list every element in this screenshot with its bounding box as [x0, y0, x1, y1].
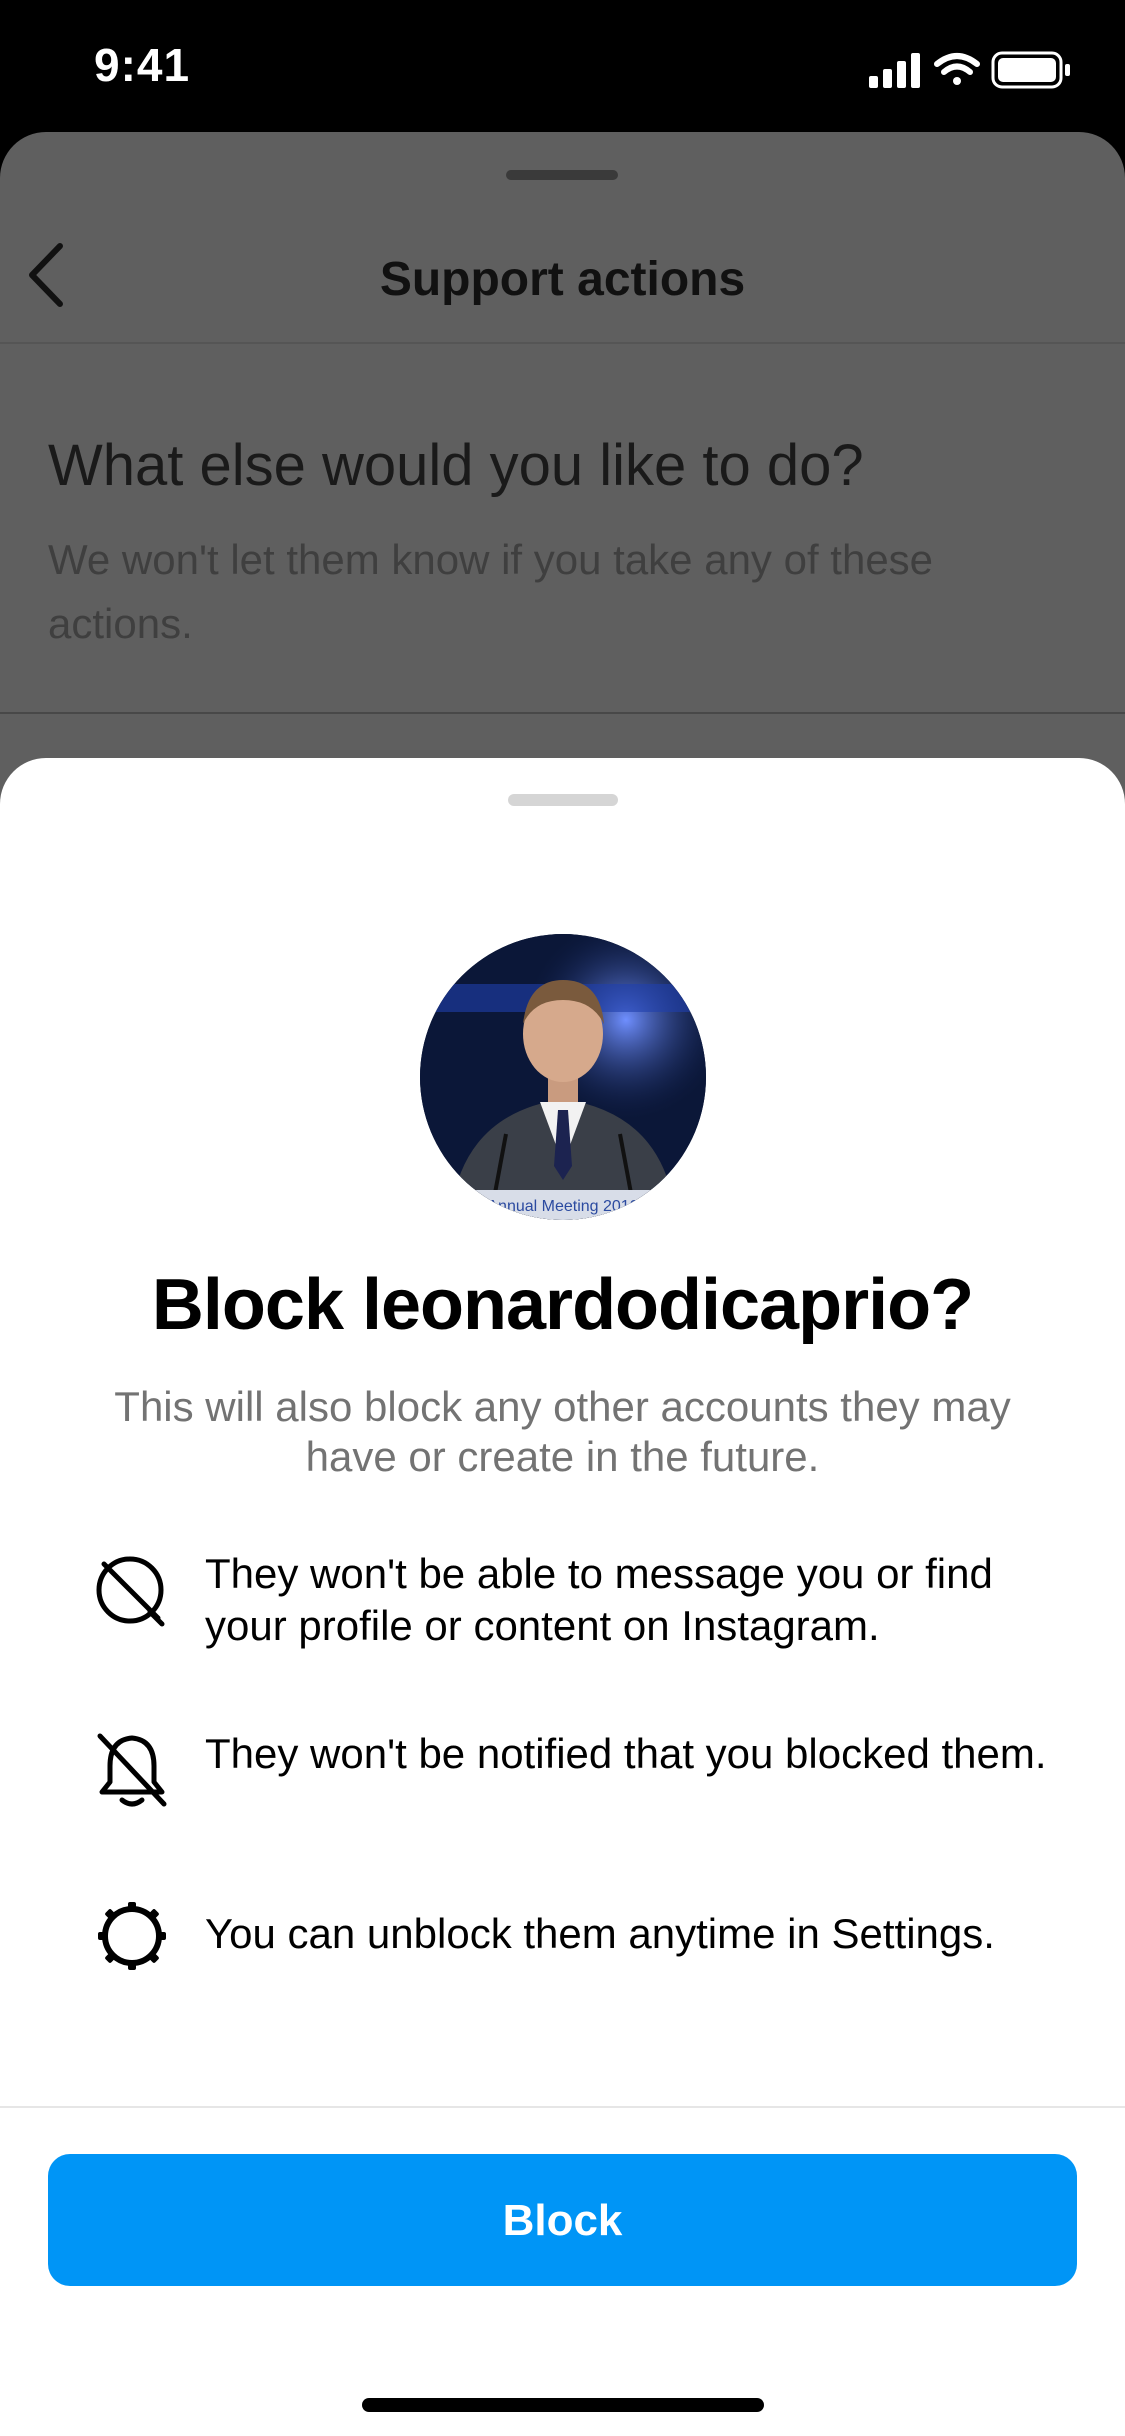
- wifi-icon: [934, 53, 980, 85]
- section-heading: What else would you like to do?: [48, 433, 864, 498]
- sheet-title: Block leonardodicaprio?: [151, 1265, 974, 1345]
- info-text: They won't be notified that you blocked …: [205, 1730, 1047, 1777]
- info-text: You can unblock them anytime in Settings…: [205, 1910, 995, 1957]
- screen-grabber: [506, 170, 618, 180]
- section-description: We won't let them know if you take any o…: [48, 536, 934, 647]
- status-bar: 9:41: [0, 0, 1125, 132]
- section-divider: [0, 712, 1125, 714]
- status-time: 9:41: [94, 39, 191, 91]
- status-icons: [869, 51, 1070, 89]
- avatar-banner-text: Annual Meeting 2019: [487, 1198, 638, 1215]
- block-button[interactable]: Block: [48, 2154, 1077, 2286]
- settings-gear-icon: [98, 1902, 166, 1970]
- block-confirmation-sheet: Annual Meeting 2019 Block leonardodicapr…: [0, 758, 1125, 2436]
- home-indicator: [362, 2398, 764, 2412]
- cellular-signal-icon: [869, 53, 920, 88]
- screen-title: Support actions: [379, 253, 746, 306]
- sheet-subtitle: This will also block any other accounts …: [114, 1383, 1011, 1480]
- avatar-photo: Annual Meeting 2019: [420, 934, 706, 1220]
- header-divider: [0, 342, 1125, 344]
- profile-avatar: Annual Meeting 2019: [420, 934, 706, 1220]
- battery-icon: [991, 51, 1070, 89]
- info-text: They won't be able to message you or fin…: [205, 1550, 993, 1649]
- sheet-divider: [0, 2106, 1125, 2108]
- sheet-grabber[interactable]: [508, 794, 618, 806]
- bell-off-icon: [97, 1733, 167, 1807]
- blocked-circle-icon: [96, 1556, 165, 1627]
